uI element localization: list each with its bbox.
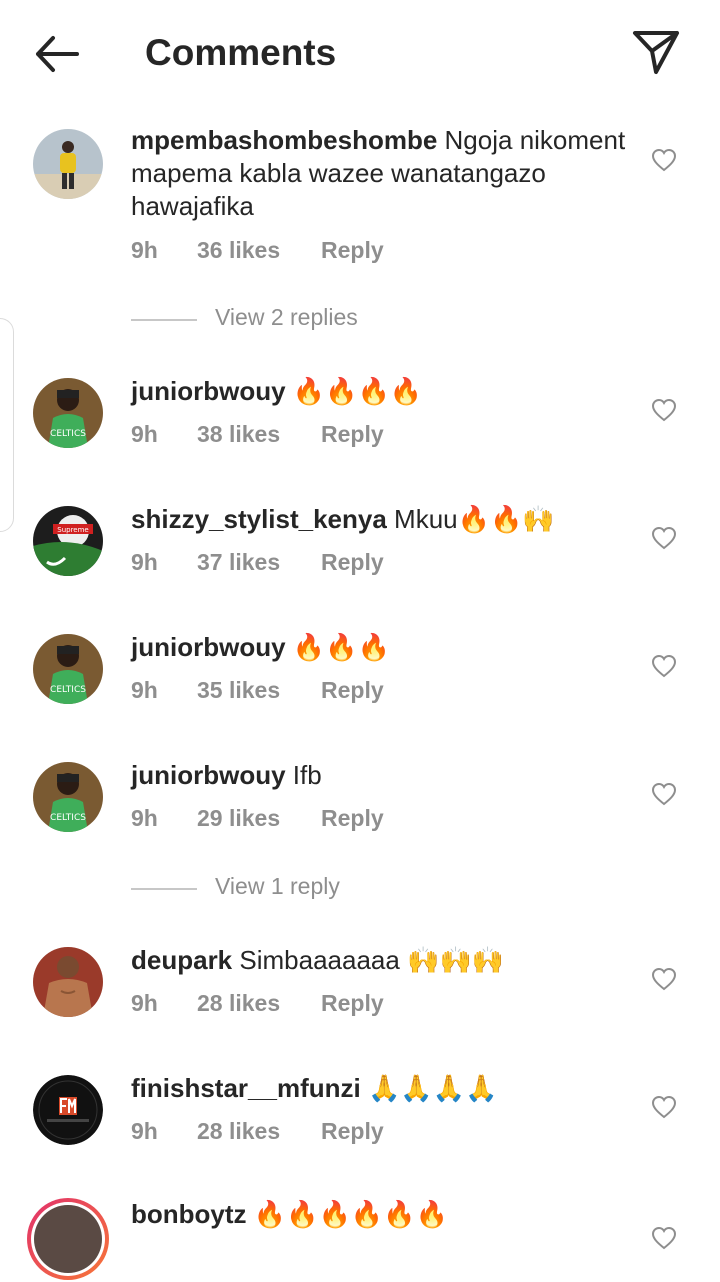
heart-icon[interactable] xyxy=(651,148,677,172)
view-replies-label: View 1 reply xyxy=(215,873,340,899)
comment-username[interactable]: finishstar__mfunzi xyxy=(131,1073,361,1103)
heart-icon[interactable] xyxy=(651,398,677,422)
comment-username[interactable]: juniorbwouy xyxy=(131,760,286,790)
reply-button[interactable]: Reply xyxy=(321,237,384,264)
svg-text:CELTICS: CELTICS xyxy=(50,429,86,439)
comment-body: Ifb xyxy=(292,760,322,790)
reply-button[interactable]: Reply xyxy=(321,805,384,832)
avatar[interactable] xyxy=(25,1196,111,1282)
comment-text: deupark Simbaaaaaaa 🙌🙌🙌 xyxy=(131,944,631,977)
avatar[interactable]: CELTICS xyxy=(33,378,103,448)
comment-time: 9h xyxy=(131,1118,158,1144)
comment-likes[interactable]: 28 likes xyxy=(197,1118,280,1145)
comment-likes[interactable]: 28 likes xyxy=(197,990,280,1017)
reply-button[interactable]: Reply xyxy=(321,421,384,448)
comment-text: mpembashombeshombe Ngoja nikoment mapema… xyxy=(131,124,631,223)
side-panel-edge xyxy=(0,318,14,532)
comment-time: 9h xyxy=(131,990,158,1016)
page-title: Comments xyxy=(145,32,337,73)
heart-icon[interactable] xyxy=(651,782,677,806)
view-replies-button[interactable]: View 1 reply xyxy=(131,873,431,903)
heart-icon[interactable] xyxy=(651,1095,677,1119)
avatar[interactable]: CELTICS xyxy=(33,634,103,704)
avatar[interactable]: Supreme xyxy=(33,506,103,576)
comment-text: shizzy_stylist_kenya Mkuu🔥🔥🙌 xyxy=(131,503,631,536)
svg-text:CELTICS: CELTICS xyxy=(50,813,86,823)
comment-time: 9h xyxy=(131,805,158,831)
comment-text: juniorbwouy 🔥🔥🔥 xyxy=(131,631,631,664)
comment-username[interactable]: mpembashombeshombe xyxy=(131,125,437,155)
avatar[interactable] xyxy=(33,947,103,1017)
reply-button[interactable]: Reply xyxy=(321,1118,384,1145)
view-replies-label: View 2 replies xyxy=(215,304,358,330)
reply-button[interactable]: Reply xyxy=(321,677,384,704)
comment-body: Simbaaaaaaa 🙌🙌🙌 xyxy=(239,945,505,975)
avatar[interactable] xyxy=(33,129,103,199)
replies-divider xyxy=(131,888,197,890)
comment-body: Mkuu🔥🔥🙌 xyxy=(394,504,555,534)
comment-text: juniorbwouy Ifb xyxy=(131,759,631,792)
comment-time: 9h xyxy=(131,421,158,447)
comment-text: finishstar__mfunzi 🙏🙏🙏🙏 xyxy=(131,1072,631,1105)
comment-time: 9h xyxy=(131,237,158,263)
avatar[interactable]: CELTICS xyxy=(33,762,103,832)
comment-username[interactable]: deupark xyxy=(131,945,232,975)
comment-text: juniorbwouy 🔥🔥🔥🔥 xyxy=(131,375,631,408)
view-replies-button[interactable]: View 2 replies xyxy=(131,304,431,334)
reply-button[interactable]: Reply xyxy=(321,990,384,1017)
heart-icon[interactable] xyxy=(651,526,677,550)
comment-likes[interactable]: 29 likes xyxy=(197,805,280,832)
comment-body: 🔥🔥🔥 xyxy=(292,632,390,662)
back-arrow-icon[interactable] xyxy=(30,30,82,78)
comment-body: 🔥🔥🔥🔥🔥🔥 xyxy=(253,1199,449,1229)
comment-likes[interactable]: 35 likes xyxy=(197,677,280,704)
heart-icon[interactable] xyxy=(651,654,677,678)
comment-likes[interactable]: 36 likes xyxy=(197,237,280,264)
comment-username[interactable]: juniorbwouy xyxy=(131,632,286,662)
comment-username[interactable]: shizzy_stylist_kenya xyxy=(131,504,387,534)
comment-body: 🔥🔥🔥🔥 xyxy=(292,376,423,406)
comment-body: 🙏🙏🙏🙏 xyxy=(367,1073,498,1103)
replies-divider xyxy=(131,319,197,321)
svg-text:Supreme: Supreme xyxy=(57,526,88,534)
comment-username[interactable]: juniorbwouy xyxy=(131,376,286,406)
reply-button[interactable]: Reply xyxy=(321,549,384,576)
header: Comments xyxy=(0,0,720,105)
comment-text: bonboytz 🔥🔥🔥🔥🔥🔥 xyxy=(131,1198,631,1231)
avatar[interactable] xyxy=(33,1075,103,1145)
comment-username[interactable]: bonboytz xyxy=(131,1199,247,1229)
comment-likes[interactable]: 38 likes xyxy=(197,421,280,448)
comment-likes[interactable]: 37 likes xyxy=(197,549,280,576)
comment-time: 9h xyxy=(131,677,158,703)
send-paper-plane-icon[interactable] xyxy=(630,26,682,78)
comment-time: 9h xyxy=(131,549,158,575)
heart-icon[interactable] xyxy=(651,967,677,991)
svg-text:CELTICS: CELTICS xyxy=(50,685,86,695)
